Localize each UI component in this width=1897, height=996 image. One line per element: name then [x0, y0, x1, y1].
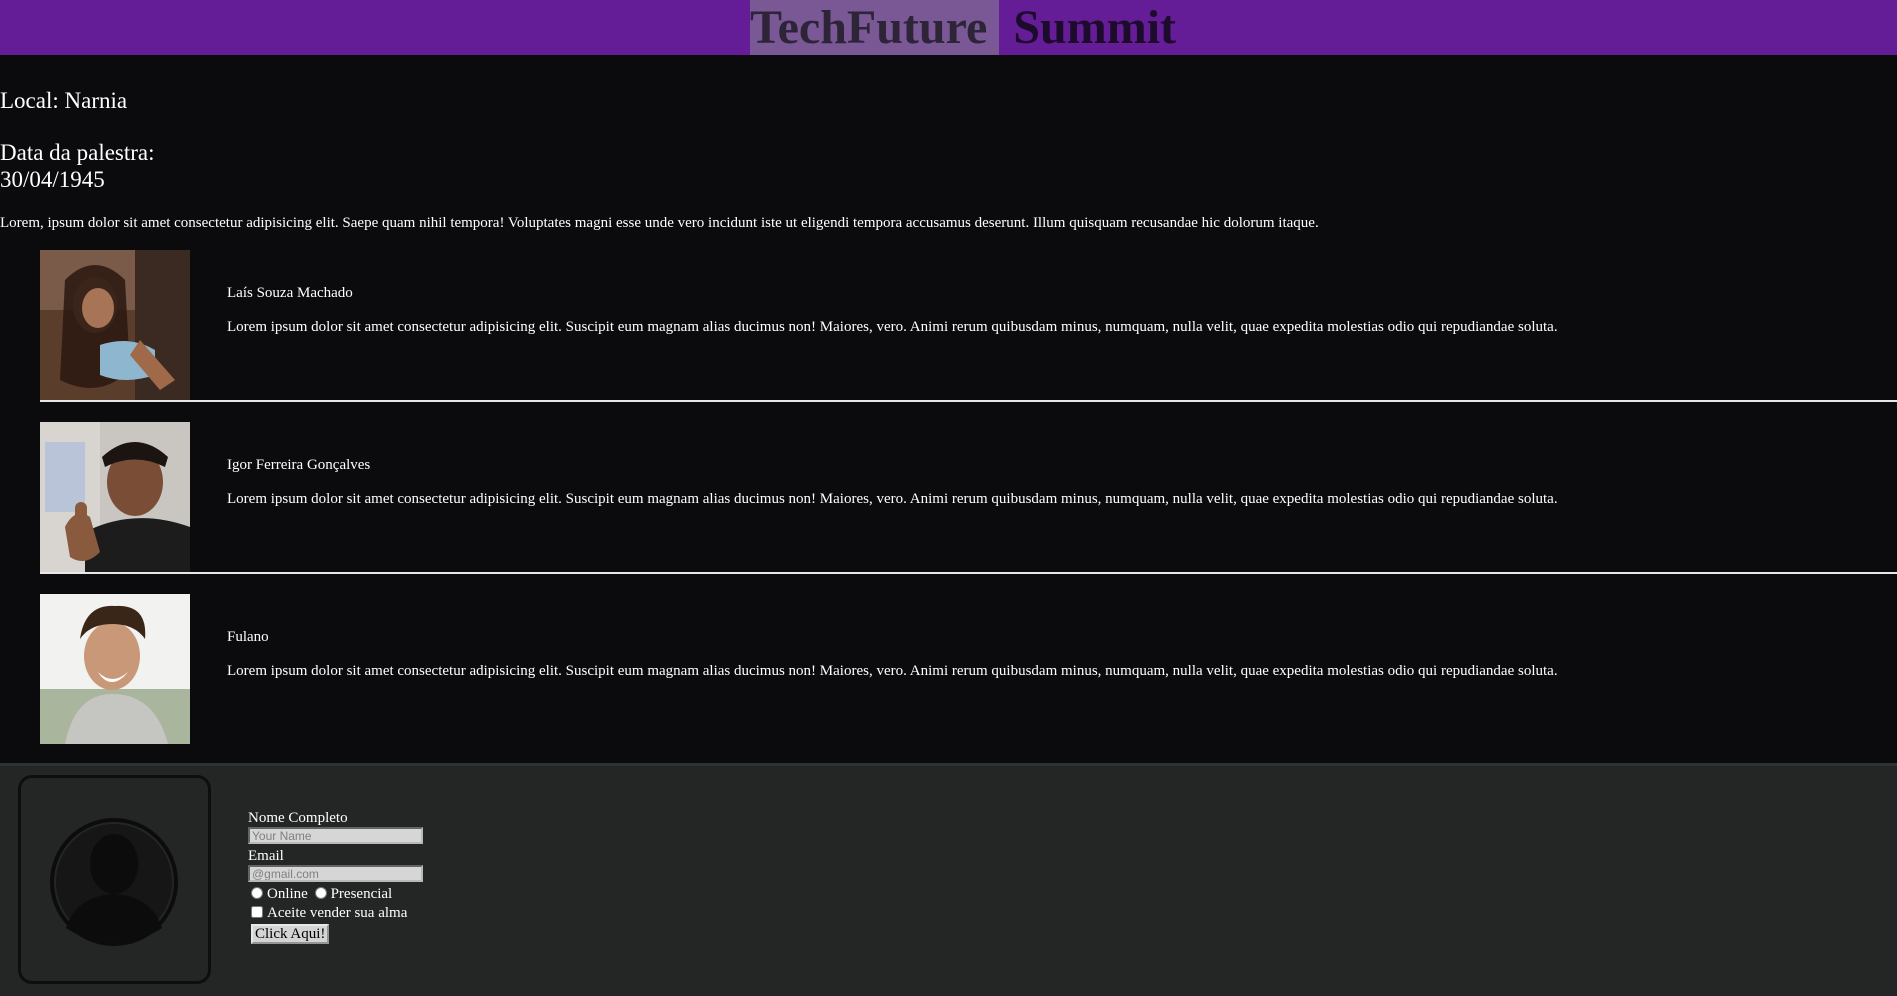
presencial-radio[interactable] [314, 887, 327, 899]
attendance-options: Online Presencial [248, 885, 423, 904]
page-title: TechFuture Summit [750, 0, 1176, 55]
event-date: Data da palestra: 30/04/1945 [0, 139, 155, 193]
event-description: Lorem, ipsum dolor sit amet consectetur … [0, 215, 1319, 231]
event-date-value: 30/04/1945 [0, 167, 105, 192]
event-location: Local: Narnia [0, 88, 128, 113]
speaker-name: Fulano [227, 629, 269, 645]
speaker-name: Igor Ferreira Gonçalves [227, 457, 371, 473]
terms-checkbox[interactable] [251, 906, 263, 918]
presencial-radio-label: Presencial [330, 886, 393, 902]
speaker-photo [40, 250, 190, 400]
speaker-photo [40, 594, 190, 744]
submit-button[interactable]: Click Aqui! [251, 924, 330, 944]
registration-footer: Nome Completo Email Online Presencial Ac… [0, 763, 1897, 996]
email-input[interactable] [248, 865, 423, 882]
speaker-photo-image [40, 594, 190, 744]
main-content: Local: Narnia Data da palestra: 30/04/19… [0, 55, 1897, 763]
email-label: Email [248, 848, 284, 864]
speaker-bio: Lorem ipsum dolor sit amet consectetur a… [227, 491, 1558, 507]
speaker-bio: Lorem ipsum dolor sit amet consectetur a… [227, 319, 1558, 335]
speaker-photo-image [40, 250, 190, 400]
speaker-card: Igor Ferreira Gonçalves Lorem ipsum dolo… [40, 422, 1897, 574]
online-radio-label: Online [267, 886, 308, 902]
title-highlighted-word: TechFuture [750, 0, 1000, 55]
terms-row: Aceite vender sua alma [248, 904, 423, 923]
user-silhouette-icon [50, 818, 178, 946]
speaker-bio: Lorem ipsum dolor sit amet consectetur a… [227, 663, 1558, 679]
terms-checkbox-label: Aceite vender sua alma [267, 905, 408, 921]
avatar [18, 775, 211, 984]
speaker-list: Laís Souza Machado Lorem ipsum dolor sit… [40, 250, 1897, 744]
speaker-card: Fulano Lorem ipsum dolor sit amet consec… [40, 594, 1897, 744]
page-header: TechFuture Summit [0, 0, 1897, 55]
speaker-name: Laís Souza Machado [227, 285, 353, 301]
name-label: Nome Completo [248, 810, 348, 826]
online-radio[interactable] [251, 887, 263, 899]
speaker-card: Laís Souza Machado Lorem ipsum dolor sit… [40, 250, 1897, 402]
event-date-label: Data da palestra: [0, 140, 155, 165]
speaker-photo-image [40, 422, 190, 572]
registration-form: Nome Completo Email Online Presencial Ac… [248, 809, 423, 944]
name-input[interactable] [248, 827, 423, 844]
speaker-photo [40, 422, 190, 572]
title-second-word: Summit [1001, 1, 1177, 54]
